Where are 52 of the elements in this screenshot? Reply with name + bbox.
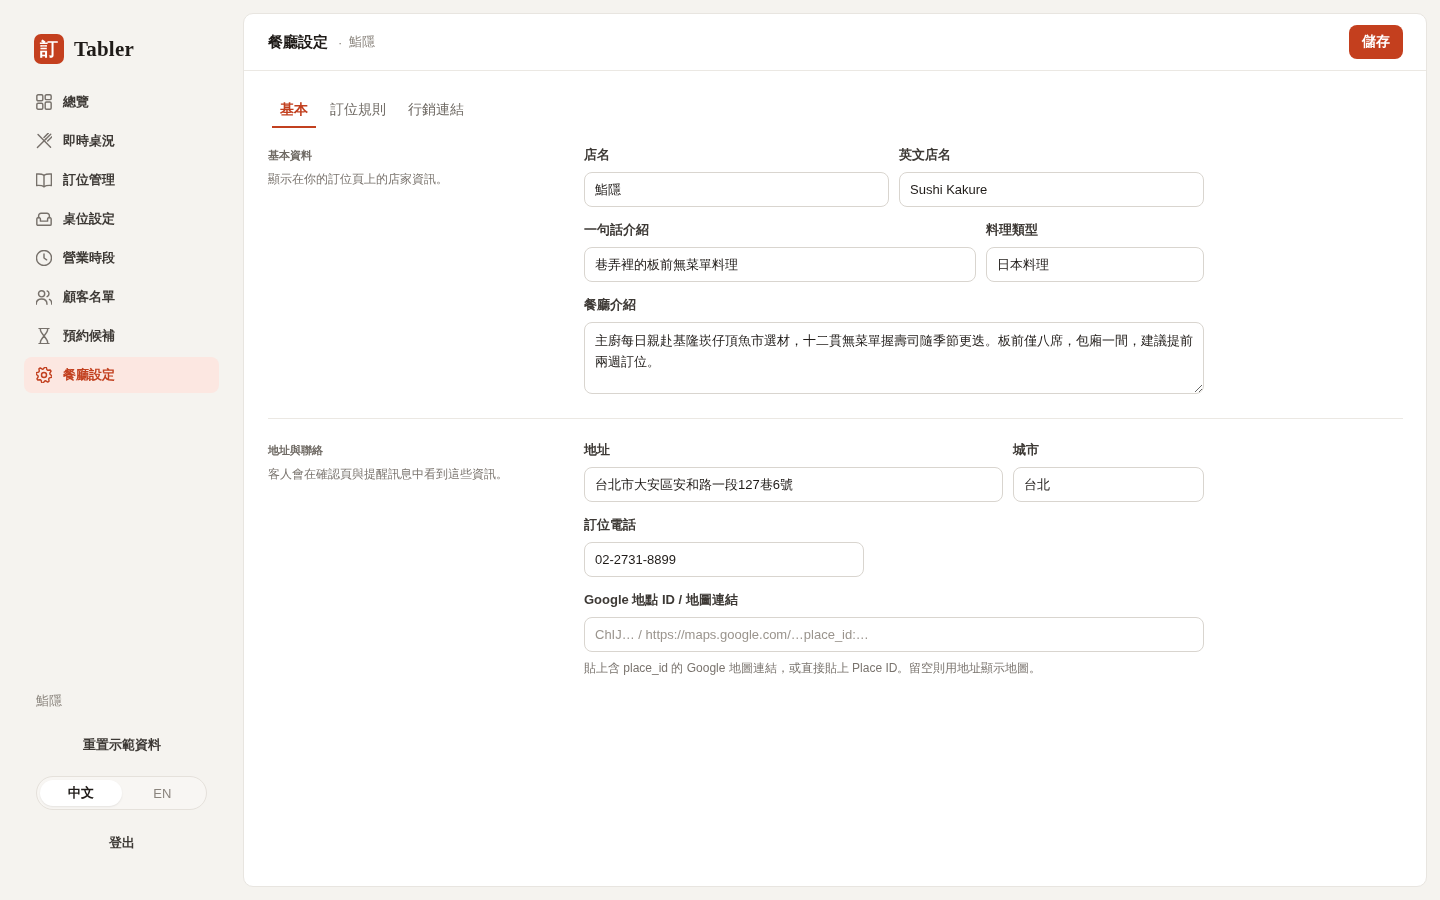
brand-logo: 訂 [34,34,64,64]
book-icon [36,172,52,188]
input-field[interactable]: 日本料理 [986,247,1204,282]
field-label: 餐廳介紹 [584,296,637,314]
input-field[interactable]: 巷弄裡的板前無菜單料理 [584,247,977,282]
section-title: 地址與聯絡 [268,443,324,458]
section-description: 客人會在確認頁與提醒訊息中看到這些資訊。 [268,466,509,483]
page-title: 餐廳設定 [268,32,328,52]
nav-item[interactable]: 顧客名單 [24,279,219,315]
field-label: 料理類型 [986,221,1040,239]
textarea-field[interactable]: 主廚每日親赴基隆崁仔頂魚市選材，十二貫無菜單握壽司隨季節更迭。板前僅八席，包廂一間，建議提前兩週訂位。 [584,322,1204,394]
users-icon [36,289,52,305]
nav-item[interactable]: 總覽 [24,84,219,120]
section-description: 顯示在你的訂位頁上的店家資訊。 [268,171,449,188]
input-field[interactable]: ChIJ… / https://maps.google.com/…place_id:… [584,617,1204,652]
tab[interactable]: 基本 [272,99,316,128]
grid-icon [36,94,52,110]
field-label: 一句話介紹 [584,221,650,239]
gear-icon [36,367,52,383]
brand-name: Tabler [74,36,134,62]
input-field[interactable]: 鮨隱 [584,172,889,207]
nav-item[interactable]: 訂位管理 [24,162,219,198]
restaurant-name: 鮨隱 [35,692,63,710]
field-label: 城市 [1013,441,1041,459]
tab[interactable]: 訂位規則 [322,99,394,128]
nav-item[interactable]: 預約候補 [24,318,219,354]
breadcrumb-separator: · [338,34,343,50]
hourglass-icon [36,328,52,344]
breadcrumb-restaurant: 鮨隱 [349,33,376,51]
input-field[interactable]: 台北市大安區安和路一段127巷6號 [584,467,1004,502]
input-field[interactable]: Sushi Kakure [899,172,1204,207]
field-hint: 貼上含 place_id 的 Google 地圖連結，或直接貼上 Place ID。留空則用地址顯示地圖。 [584,660,1043,677]
input-field[interactable]: 02-2731-8899 [584,542,864,577]
input-field[interactable]: 台北 [1013,467,1204,502]
field-label: 訂位電話 [584,516,637,534]
field-label: 店名 [584,146,611,164]
tab[interactable]: 行銷連結 [400,99,472,128]
logout-button[interactable]: 登出 [100,830,143,856]
fork-knife-icon [36,133,52,149]
field-label: Google 地點 ID / 地圖連結 [584,591,739,609]
section-title: 基本資料 [268,148,313,163]
language-option[interactable]: 中文 [40,780,122,806]
save-button[interactable]: 儲存 [1349,25,1403,59]
nav-item[interactable]: 餐廳設定 [24,357,219,393]
nav-item[interactable]: 桌位設定 [24,201,219,237]
field-label: 地址 [584,441,611,459]
clock-icon [36,250,52,266]
armchair-icon [36,211,52,227]
nav-item[interactable]: 即時桌況 [24,123,219,159]
reset-demo-data-button[interactable]: 重置示範資料 [74,732,169,758]
nav-item[interactable]: 營業時段 [24,240,219,276]
field-label: 英文店名 [899,146,952,164]
